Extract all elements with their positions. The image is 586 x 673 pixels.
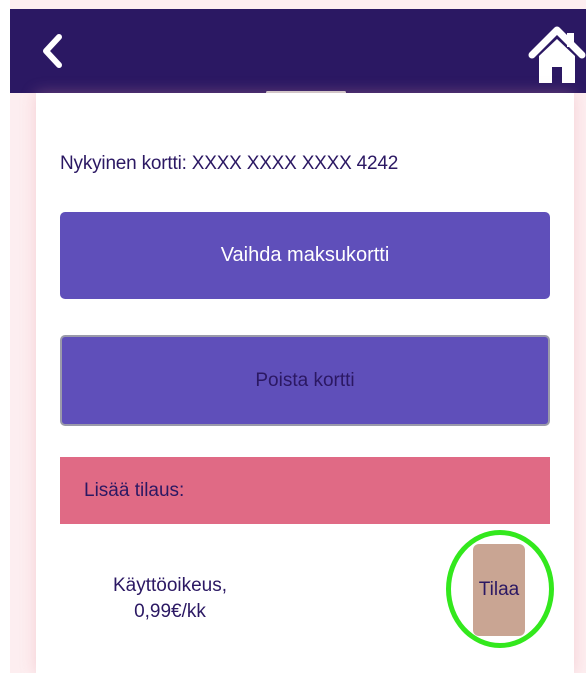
frame-edge (0, 0, 10, 673)
home-icon (528, 26, 586, 83)
home-button[interactable] (528, 23, 586, 87)
delete-card-label: Poista kortti (255, 369, 355, 391)
back-button[interactable] (32, 31, 72, 71)
add-subscription-title: Lisää tilaus: (84, 480, 185, 501)
order-button[interactable]: Tilaa (473, 544, 525, 636)
add-subscription-header: Lisää tilaus: (60, 457, 550, 524)
change-card-label: Vaihda maksukortti (220, 244, 390, 266)
change-card-button[interactable]: Vaihda maksukortti (60, 212, 550, 299)
app-header (10, 9, 586, 93)
subscription-price: 0,99€/kk (134, 601, 206, 622)
order-button-label: Tilaa (478, 579, 520, 600)
delete-card-button[interactable]: Poista kortti (60, 335, 550, 426)
subscription-item: Käyttöoikeus, 0,99€/kk (90, 573, 250, 625)
chevron-left-icon (43, 34, 62, 68)
current-card-info: Nykyinen kortti: XXXX XXXX XXXX 4242 (60, 153, 399, 174)
subscription-name: Käyttöoikeus, (112, 575, 228, 596)
